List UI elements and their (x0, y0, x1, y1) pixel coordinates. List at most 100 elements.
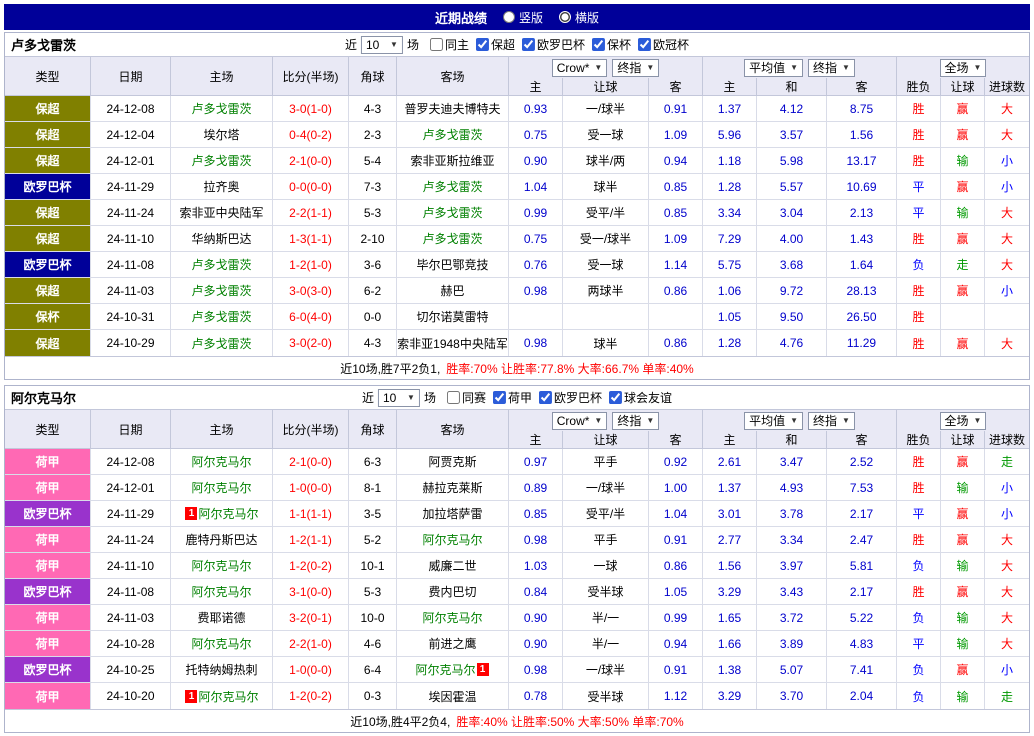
match-score: 0-0(0-0) (273, 174, 349, 199)
filter-checkbox-1[interactable]: 保超 (476, 36, 515, 53)
filter-checkbox-1[interactable]: 荷甲 (493, 389, 532, 406)
away-team-label: 卢多戈雷茨 (422, 230, 482, 247)
odds-company-select[interactable]: Crow*▼ (552, 59, 608, 77)
home-team: 卢多戈雷茨 (171, 148, 273, 173)
result-outcome: 负 (897, 657, 941, 682)
home-team: 拉齐奥 (171, 174, 273, 199)
avg-stage-select[interactable]: 终指▼ (808, 59, 855, 77)
avg-dropdown-group: 平均值▼ 终指▼ (703, 57, 897, 78)
match-count-select[interactable]: 10 ▼ (378, 389, 420, 407)
odds-stage-select[interactable]: 终指▼ (612, 59, 659, 77)
avg-stage-value: 终指 (813, 412, 837, 429)
avg-odds-draw: 4.12 (757, 96, 827, 121)
red-card-badge: 1 (477, 663, 489, 676)
league-badge: 欧罗巴杯 (5, 174, 91, 199)
handicap-line: 平手 (563, 449, 649, 474)
away-team: 阿尔克马尔 (397, 605, 509, 630)
away-team: 卢多戈雷茨 (397, 174, 509, 199)
filter-checkbox-3[interactable]: 球会友谊 (609, 389, 672, 406)
result-handicap: 赢 (941, 527, 985, 552)
match-score: 1-2(1-0) (273, 252, 349, 277)
horizontal-radio[interactable] (559, 11, 571, 23)
filter-checkbox-0[interactable]: 同主 (430, 36, 469, 53)
handicap-odds-away: 0.92 (649, 449, 703, 474)
handicap-odds-away: 1.09 (649, 122, 703, 147)
checkbox-input[interactable] (539, 391, 552, 404)
scope-select[interactable]: 全场▼ (940, 59, 987, 77)
result-outcome: 胜 (897, 330, 941, 356)
league-badge: 保超 (5, 278, 91, 303)
corner-count: 3-6 (349, 252, 397, 277)
handicap-line: 球半/两 (563, 148, 649, 173)
col-header-result-goals: 进球数 (985, 431, 1029, 448)
dropdown-arrow-icon: ▼ (594, 416, 602, 425)
result-outcome: 平 (897, 174, 941, 199)
avg-odds-draw: 9.72 (757, 278, 827, 303)
checkbox-input[interactable] (447, 391, 460, 404)
filter-checkbox-3[interactable]: 保杯 (592, 36, 631, 53)
result-goals: 大 (985, 122, 1029, 147)
avg-odds-home: 1.05 (703, 304, 757, 329)
league-badge: 荷甲 (5, 553, 91, 578)
result-outcome: 平 (897, 200, 941, 225)
result-outcome: 平 (897, 501, 941, 526)
checkbox-input[interactable] (592, 38, 605, 51)
match-date: 24-10-25 (91, 657, 171, 682)
away-team-label: 普罗夫迪夫博特夫 (404, 100, 500, 117)
avg-odds-draw: 3.47 (757, 449, 827, 474)
odds-company-select[interactable]: Crow*▼ (552, 412, 608, 430)
away-team: 埃因霍温 (397, 683, 509, 709)
avg-source-select[interactable]: 平均值▼ (744, 59, 803, 77)
away-team-label: 切尔诺莫雷特 (416, 308, 488, 325)
table-summary: 近10场,胜4平2负4, 胜率:40% 让胜率:50% 大率:50% 单率:70… (5, 709, 1029, 732)
checkbox-input[interactable] (493, 391, 506, 404)
handicap-odds-home: 0.75 (509, 226, 563, 251)
filter-checkbox-0[interactable]: 同赛 (447, 389, 486, 406)
checkbox-input[interactable] (522, 38, 535, 51)
checkbox-input[interactable] (430, 38, 443, 51)
avg-odds-away: 26.50 (827, 304, 897, 329)
league-badge: 保超 (5, 122, 91, 147)
scope-dropdown-group: 全场▼ (897, 410, 1029, 431)
result-outcome: 胜 (897, 122, 941, 147)
handicap-line: 一球 (563, 553, 649, 578)
match-score: 1-2(1-1) (273, 527, 349, 552)
filter-checkbox-2[interactable]: 欧罗巴杯 (539, 389, 602, 406)
match-score: 1-3(1-1) (273, 226, 349, 251)
handicap-line (563, 304, 649, 329)
checkbox-input[interactable] (638, 38, 651, 51)
corner-count: 7-3 (349, 174, 397, 199)
filter-checkbox-4[interactable]: 欧冠杯 (638, 36, 689, 53)
col-header-avg-home: 主 (703, 431, 757, 448)
col-header-avg-away: 客 (827, 78, 897, 95)
avg-source-select[interactable]: 平均值▼ (744, 412, 803, 430)
match-date: 24-12-04 (91, 122, 171, 147)
handicap-line: 一/球半 (563, 657, 649, 682)
handicap-line: 一/球半 (563, 96, 649, 121)
checkbox-input[interactable] (609, 391, 622, 404)
avg-odds-away: 11.29 (827, 330, 897, 356)
match-date: 24-11-03 (91, 605, 171, 630)
home-team: 阿尔克马尔 (171, 631, 273, 656)
checkbox-label: 同赛 (462, 389, 486, 406)
view-option-horizontal[interactable]: 横版 (559, 9, 599, 26)
col-header-corner: 角球 (349, 410, 397, 448)
match-count-select[interactable]: 10 ▼ (361, 36, 403, 54)
col-header-odds-line: 让球 (563, 78, 649, 95)
avg-odds-home: 5.75 (703, 252, 757, 277)
vertical-radio[interactable] (503, 11, 515, 23)
red-card-badge: 1 (185, 690, 197, 703)
checkbox-input[interactable] (476, 38, 489, 51)
scope-select[interactable]: 全场▼ (940, 412, 987, 430)
filter-prefix: 近 (345, 36, 357, 53)
match-row: 欧罗巴杯24-11-08卢多戈雷茨1-2(1-0)3-6毕尔巴鄂竞技0.76受一… (5, 252, 1029, 278)
corner-count: 4-3 (349, 96, 397, 121)
filter-checkbox-2[interactable]: 欧罗巴杯 (522, 36, 585, 53)
odds-stage-select[interactable]: 终指▼ (612, 412, 659, 430)
avg-stage-select[interactable]: 终指▼ (808, 412, 855, 430)
home-team-label: 鹿特丹斯巴达 (185, 531, 257, 548)
view-option-vertical[interactable]: 竖版 (503, 9, 543, 26)
home-team-label: 华纳斯巴达 (191, 230, 251, 247)
home-team-label: 托特纳姆热刺 (185, 661, 257, 678)
handicap-odds-away: 1.09 (649, 226, 703, 251)
